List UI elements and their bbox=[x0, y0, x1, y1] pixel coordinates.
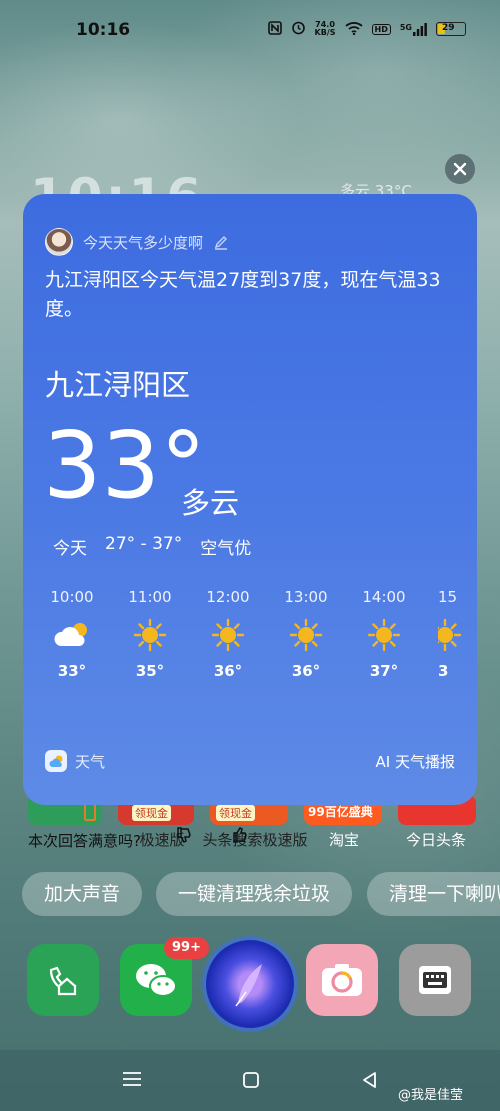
menu-icon bbox=[123, 1072, 141, 1086]
sun-icon bbox=[367, 618, 401, 652]
voice-assistant-button[interactable] bbox=[206, 940, 294, 1028]
wechat-icon bbox=[136, 964, 177, 997]
status-bar: 10:16 74.0 KB/S HD 5G 29 bbox=[0, 0, 500, 62]
camera-icon bbox=[322, 964, 362, 996]
hour-temperature: 3 bbox=[438, 662, 449, 680]
hour-time: 10:00 bbox=[50, 588, 94, 606]
network-type: 5G bbox=[399, 22, 412, 32]
square-home-icon bbox=[243, 1072, 259, 1088]
city-name: 九江浔阳区 bbox=[45, 368, 191, 402]
temperature-range: 27° - 37° bbox=[105, 534, 183, 554]
battery-icon: 29 bbox=[436, 22, 466, 36]
camera-app[interactable] bbox=[306, 944, 378, 1016]
app-label-3: 淘宝 bbox=[328, 831, 359, 849]
phone-app[interactable] bbox=[27, 944, 99, 1016]
home-nav-button[interactable] bbox=[241, 1070, 261, 1095]
hour-temperature: 33° bbox=[57, 662, 87, 680]
speed-unit: KB/S bbox=[314, 28, 336, 37]
hourly-forecast[interactable]: 10:00 33° 11:00 35° 12:00 36° 13:00 36° … bbox=[48, 588, 477, 698]
wifi-icon bbox=[344, 21, 363, 38]
unread-badge: 99+ bbox=[164, 937, 209, 959]
tile-text: 99百亿盛典 bbox=[308, 805, 373, 819]
tile-text: 领现金 bbox=[132, 805, 171, 821]
weather-card[interactable]: 今天天气多少度啊 九江浔阳区今天气温27度到37度，现在气温33度。 九江浔阳区… bbox=[23, 194, 477, 805]
app-label-4: 今日头条 bbox=[405, 831, 466, 849]
sun-icon bbox=[133, 618, 167, 652]
hour-time: 11:00 bbox=[128, 588, 172, 606]
hour-item: 11:00 35° bbox=[126, 588, 174, 680]
hour-item: 12:00 36° bbox=[204, 588, 252, 680]
keyboard-icon bbox=[419, 966, 451, 994]
hour-temperature: 35° bbox=[135, 662, 165, 680]
user-query-row: 今天天气多少度啊 bbox=[45, 228, 229, 256]
suggestion-chip-volume[interactable]: 加大声音 bbox=[22, 872, 143, 916]
assistant-answer: 九江浔阳区今天气温27度到37度，现在气温33度。 bbox=[45, 269, 441, 320]
hour-time: 14:00 bbox=[362, 588, 406, 606]
day-summary: 今天 27° - 37° 空气优 bbox=[53, 534, 251, 559]
air-quality: 空气优 bbox=[200, 539, 252, 559]
nfc-icon bbox=[267, 20, 282, 38]
hour-temperature: 36° bbox=[213, 662, 243, 680]
hour-item: 15 3 bbox=[438, 588, 477, 680]
weather-condition: 多云 bbox=[181, 486, 240, 520]
thumbs-down-icon[interactable] bbox=[175, 826, 193, 848]
network-speed: 74.0 KB/S bbox=[315, 21, 336, 37]
card-footer: 天气 AI 天气播报 bbox=[45, 750, 455, 772]
weather-app-icon bbox=[45, 750, 67, 772]
weather-app-name: 天气 bbox=[75, 752, 106, 771]
status-icons: 74.0 KB/S HD 5G 29 bbox=[267, 20, 466, 38]
battery-level: 29 bbox=[442, 23, 455, 33]
sun-icon bbox=[438, 618, 462, 652]
feedback-question: 本次回答满意吗? bbox=[28, 832, 141, 850]
assistant-feather-icon bbox=[235, 964, 262, 1007]
suggestion-chip-speaker[interactable]: 清理一下喇叭 bbox=[367, 872, 500, 916]
hour-item: 14:00 37° bbox=[360, 588, 408, 680]
hour-item: 10:00 33° bbox=[48, 588, 96, 680]
back-nav-button[interactable] bbox=[360, 1070, 380, 1095]
edit-icon[interactable] bbox=[213, 234, 229, 250]
user-query: 今天天气多少度啊 bbox=[83, 233, 204, 252]
watermark: @我是佳莹 bbox=[398, 1088, 464, 1103]
suggestion-chip-clean[interactable]: 一键清理残余垃圾 bbox=[156, 872, 353, 916]
phone-home-icon bbox=[49, 966, 77, 996]
close-button[interactable] bbox=[445, 154, 475, 184]
close-icon bbox=[453, 162, 467, 176]
thumbs-up-icon[interactable] bbox=[231, 826, 249, 848]
keyboard-app[interactable] bbox=[399, 944, 471, 1016]
sun-icon bbox=[211, 618, 245, 652]
avatar bbox=[45, 228, 73, 256]
hour-time: 12:00 bbox=[206, 588, 250, 606]
sun-icon bbox=[289, 618, 323, 652]
hour-time: 13:00 bbox=[284, 588, 328, 606]
ai-weather-broadcast-button[interactable]: AI 天气播报 bbox=[376, 751, 455, 772]
weather-app-link[interactable]: 天气 bbox=[45, 750, 105, 772]
hd-label: HD bbox=[371, 23, 391, 35]
menu-nav-button[interactable] bbox=[121, 1070, 143, 1093]
hour-item: 13:00 36° bbox=[282, 588, 330, 680]
hour-time: 15 bbox=[438, 588, 458, 606]
back-triangle-icon bbox=[363, 1072, 376, 1088]
alarm-icon bbox=[291, 20, 306, 38]
hour-temperature: 37° bbox=[369, 662, 399, 680]
hour-temperature: 36° bbox=[291, 662, 321, 680]
status-time: 10:16 bbox=[76, 20, 131, 40]
day-label: 今天 bbox=[53, 539, 87, 559]
signal-icon: 5G bbox=[399, 22, 427, 36]
tile-text: 领现金 bbox=[216, 805, 255, 821]
partly-cloudy-icon bbox=[54, 623, 87, 646]
